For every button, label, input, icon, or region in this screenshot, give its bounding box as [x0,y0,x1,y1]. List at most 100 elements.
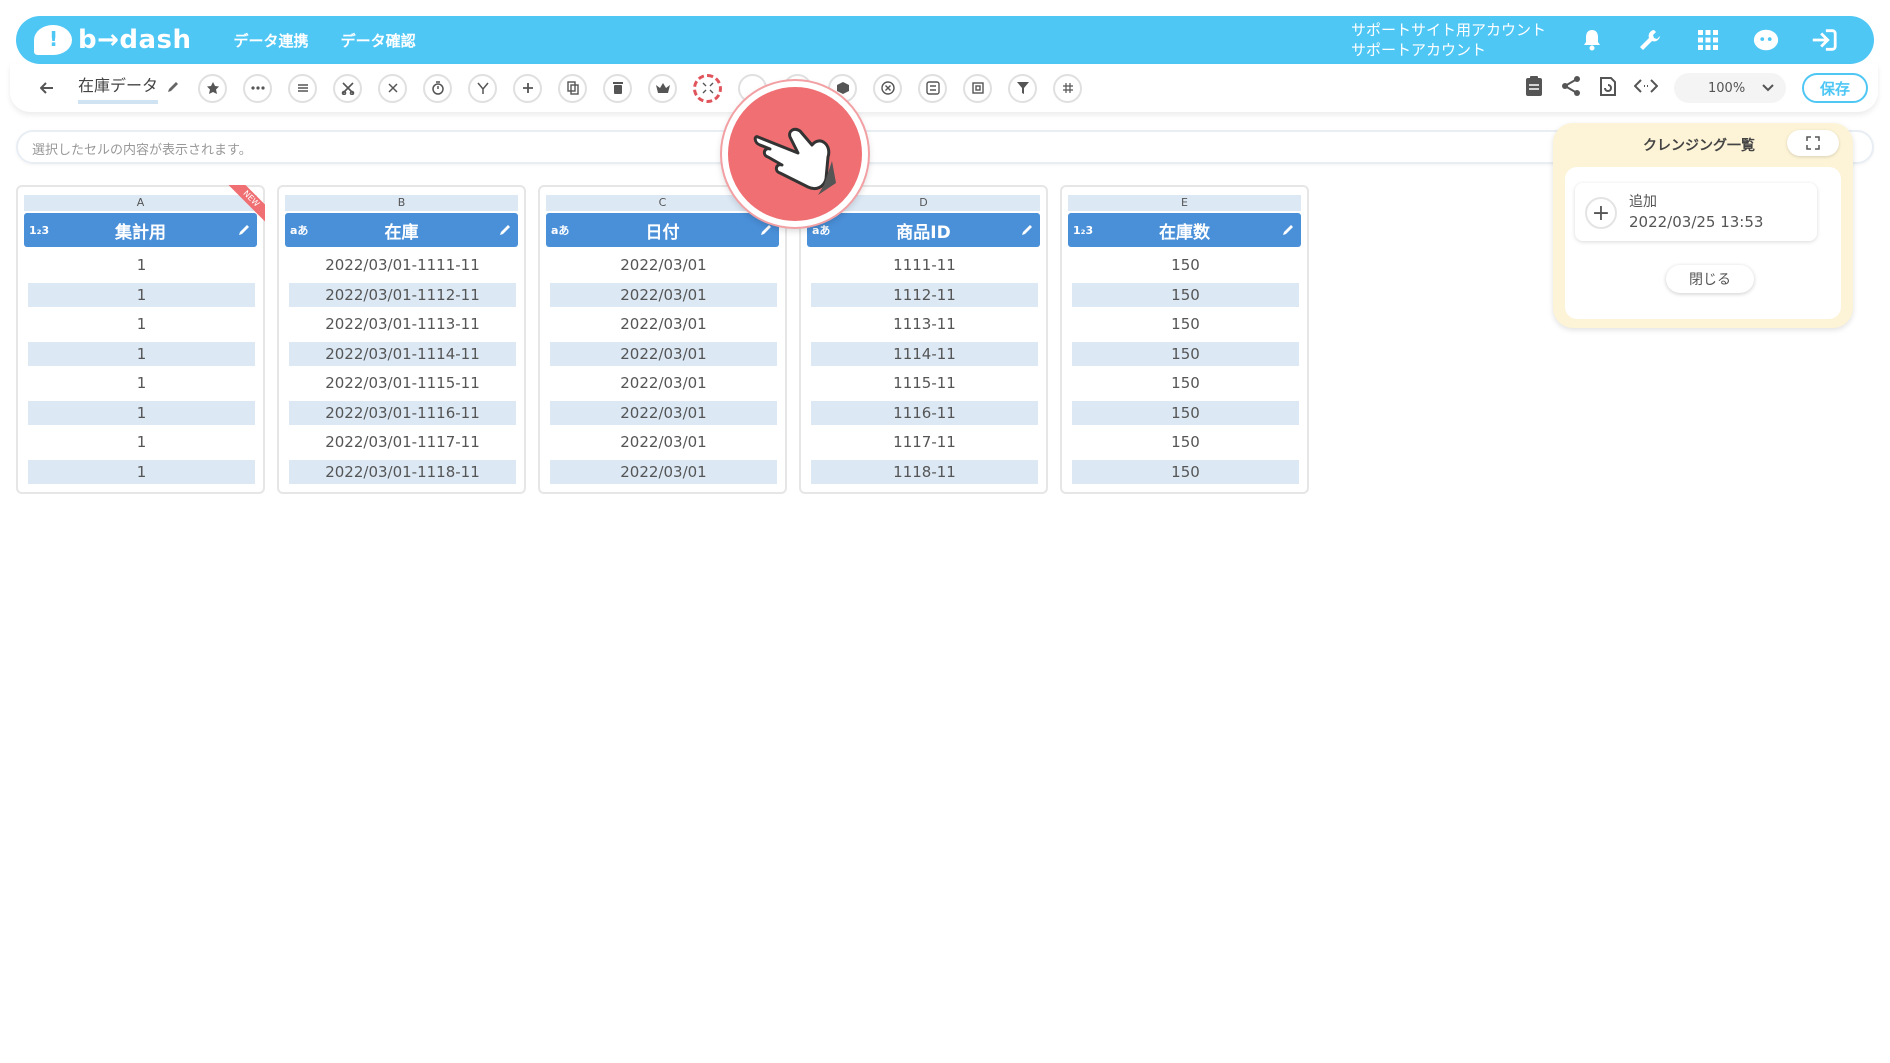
close-button[interactable]: 閉じる [1666,265,1754,293]
table-cell[interactable]: 1 [28,371,255,396]
mascot-icon[interactable] [1752,26,1780,54]
cleansing-item[interactable]: + 追加 2022/03/25 13:53 [1575,183,1817,241]
table-cell[interactable]: 2022/03/01 [550,430,777,455]
expand-button[interactable] [1787,130,1839,156]
trash-icon[interactable] [603,73,633,103]
table-cell[interactable]: 1115-11 [811,371,1038,396]
table-cell[interactable]: 1 [28,430,255,455]
nav-data-check[interactable]: データ確認 [341,30,416,51]
column-title: 日付 [645,222,680,243]
sheet-name[interactable]: 在庫データ [78,72,159,104]
column-header[interactable]: aあ 在庫 [285,213,518,247]
table-cell[interactable]: 150 [1072,430,1299,455]
cleansing-panel: クレンジング一覧 + 追加 2022/03/25 13:53 閉じる [1553,123,1853,328]
table-cell[interactable]: 1 [28,282,255,307]
table-cell[interactable]: 2022/03/01-1111-11 [289,253,516,278]
table-cell[interactable]: 1114-11 [811,341,1038,366]
table-cell[interactable]: 150 [1072,253,1299,278]
column-header[interactable]: 1₂3 在庫数 [1068,213,1301,247]
table-cell[interactable]: 1 [28,400,255,425]
share-icon[interactable] [1560,75,1582,101]
box-icon[interactable] [963,73,993,103]
cross-adjust-icon[interactable] [378,73,408,103]
logout-icon[interactable] [1810,26,1838,54]
table-cell[interactable]: 2022/03/01 [550,312,777,337]
column-type-icon: aあ [290,224,309,237]
list-icon[interactable] [288,73,318,103]
table-cell[interactable]: 2022/03/01-1114-11 [289,341,516,366]
table-cell[interactable]: 1 [28,341,255,366]
header-icons [1578,26,1838,54]
grid-icon[interactable] [1053,73,1083,103]
table-cell[interactable]: 1113-11 [811,312,1038,337]
table-cell[interactable]: 2022/03/01 [550,459,777,484]
save-button[interactable]: 保存 [1802,73,1868,103]
column-letter[interactable]: B [285,195,518,211]
table-cell[interactable]: 150 [1072,341,1299,366]
cut-icon[interactable] [333,73,363,103]
table-cell[interactable]: 1 [28,459,255,484]
clipboard-icon[interactable] [1524,75,1544,101]
refresh-icon[interactable] [1598,75,1618,101]
close-circle-icon[interactable] [873,73,903,103]
zoom-select[interactable]: 100% [1674,73,1786,103]
table-cell[interactable]: 150 [1072,312,1299,337]
table-cell[interactable]: 2022/03/01-1112-11 [289,282,516,307]
account-line1: サポートサイト用アカウント [1350,21,1546,39]
table-cell[interactable]: 2022/03/01-1116-11 [289,400,516,425]
bell-icon[interactable] [1578,26,1606,54]
merge-icon[interactable] [468,73,498,103]
table-cell[interactable]: 2022/03/01-1117-11 [289,430,516,455]
table-cell[interactable]: 2022/03/01 [550,282,777,307]
star-icon[interactable] [198,73,228,103]
table-cell[interactable]: 1117-11 [811,430,1038,455]
nav-data-integration[interactable]: データ連携 [234,30,309,51]
table-cell[interactable]: 150 [1072,400,1299,425]
table-cell[interactable]: 150 [1072,459,1299,484]
pencil-icon[interactable] [1020,222,1034,241]
table-cell[interactable]: 2022/03/01 [550,400,777,425]
table-cell[interactable]: 2022/03/01-1115-11 [289,371,516,396]
code-icon[interactable] [1633,78,1659,98]
copy-icon[interactable] [558,73,588,103]
shrink-icon[interactable] [693,73,723,103]
filter-icon[interactable] [1008,73,1038,103]
column-header[interactable]: 1₂3 集計用 [24,213,257,247]
pencil-icon[interactable] [1281,222,1295,241]
column-type-icon: aあ [551,224,570,237]
table-cell[interactable]: 2022/03/01 [550,341,777,366]
table-cell[interactable]: 150 [1072,371,1299,396]
table-cell[interactable]: 1116-11 [811,400,1038,425]
brand-logo[interactable]: b→dash [34,25,192,55]
table-cell[interactable]: 1111-11 [811,253,1038,278]
table-cell[interactable]: 1112-11 [811,282,1038,307]
table-cell[interactable]: 1 [28,253,255,278]
more-icon[interactable] [243,73,273,103]
wrench-icon[interactable] [1636,26,1664,54]
table-cell[interactable]: 2022/03/01 [550,371,777,396]
plus-icon[interactable] [513,73,543,103]
column-letter[interactable]: A [24,195,257,211]
tool-buttons [198,73,1083,103]
account-line2: サポートアカウント [1350,41,1486,59]
pencil-icon[interactable] [759,222,773,241]
table-cell[interactable]: 1 [28,312,255,337]
table-cell[interactable]: 2022/03/01-1118-11 [289,459,516,484]
chevron-down-icon [1762,84,1774,92]
account-info[interactable]: サポートサイト用アカウント サポートアカウント [1351,20,1546,60]
swap-icon[interactable] [918,73,948,103]
timer-icon[interactable] [423,73,453,103]
table-cell[interactable]: 150 [1072,282,1299,307]
pencil-icon[interactable] [498,222,512,241]
back-arrow-icon[interactable] [39,78,60,99]
table-cell[interactable]: 2022/03/01-1113-11 [289,312,516,337]
table-cell[interactable]: 1118-11 [811,459,1038,484]
apps-grid-icon[interactable] [1694,26,1722,54]
table-cell[interactable]: 2022/03/01 [550,253,777,278]
edit-name-icon[interactable] [166,79,180,98]
column-letter[interactable]: E [1068,195,1301,211]
sheet-toolbar: 在庫データ 100% 保存 [10,64,1878,112]
logo-icon [34,25,72,55]
column-title: 在庫 [384,222,419,243]
crown-icon[interactable] [648,73,678,103]
